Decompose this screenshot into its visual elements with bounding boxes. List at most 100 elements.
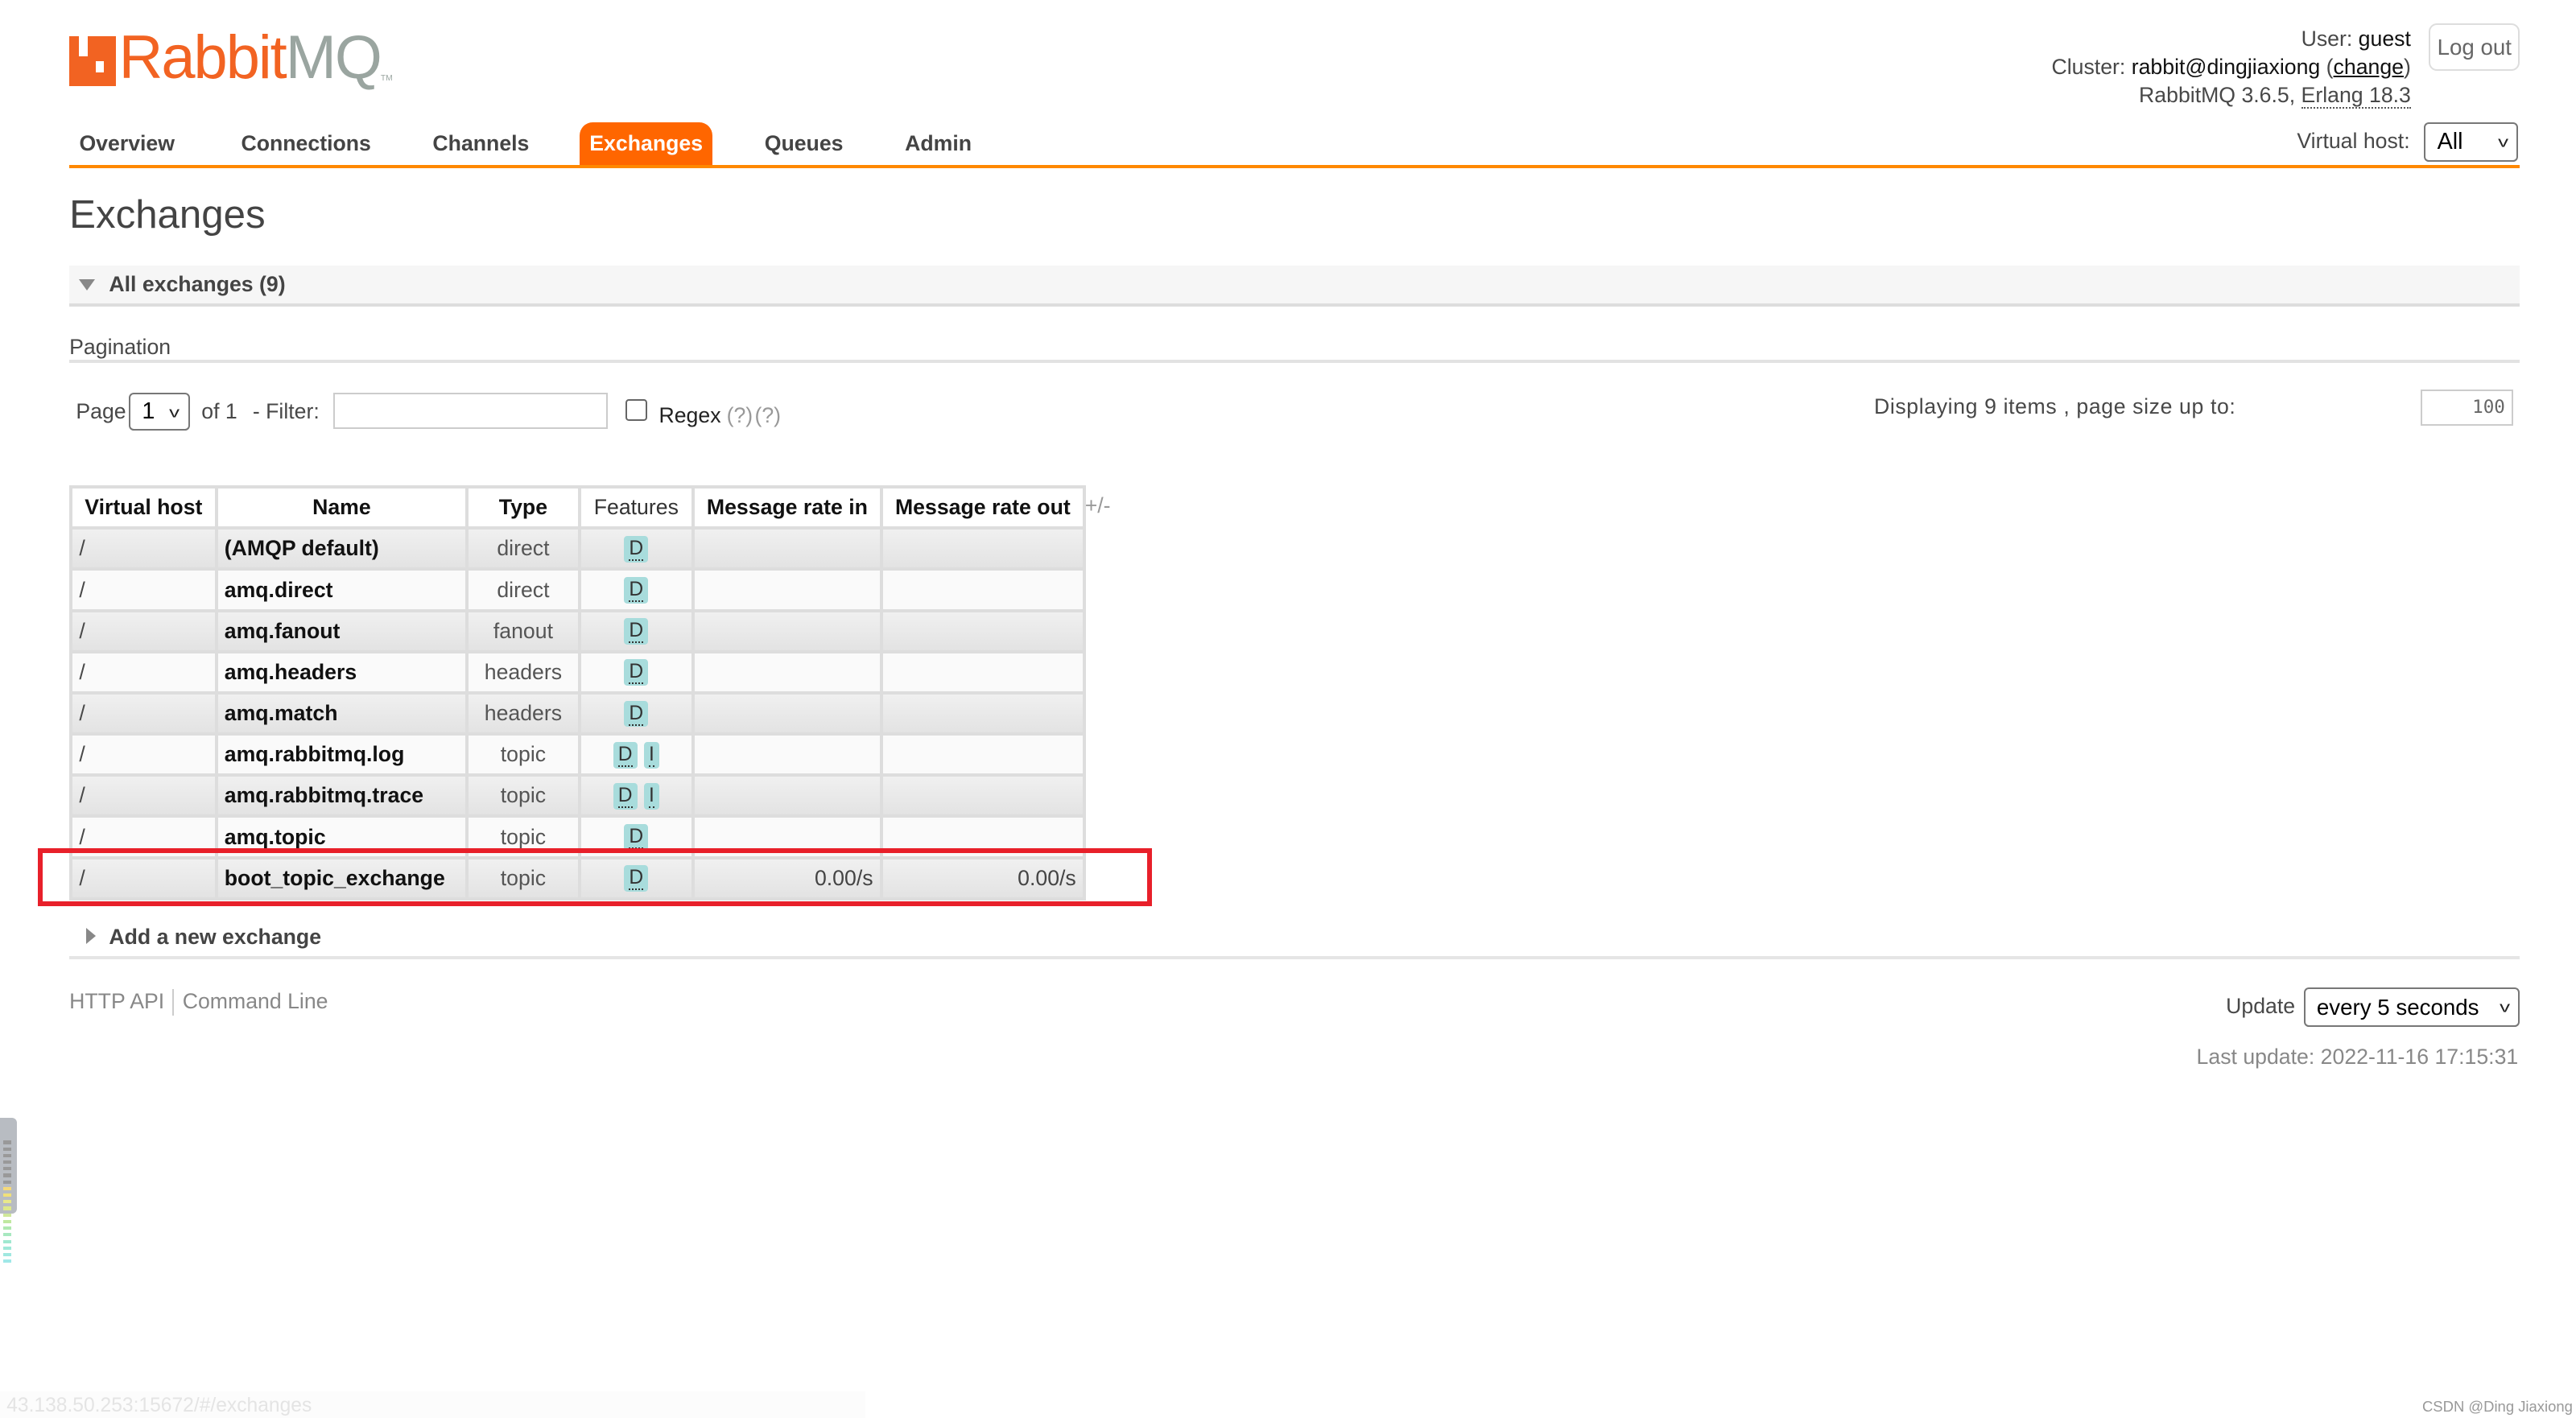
filter-input[interactable] bbox=[333, 393, 608, 430]
cell-virtual-host: / bbox=[69, 734, 218, 777]
cell-rate-out bbox=[879, 775, 1086, 818]
regex-help-link-2[interactable]: (?) bbox=[754, 403, 781, 428]
cell-name[interactable]: amq.fanout bbox=[214, 610, 469, 653]
cell-features: D bbox=[577, 569, 696, 612]
logo-text-rabbit: Rabbit bbox=[118, 23, 287, 92]
col-name[interactable]: Name bbox=[214, 485, 469, 530]
regex-label: Regex bbox=[658, 402, 721, 427]
cell-rate-in bbox=[691, 528, 883, 571]
col-message-rate-in[interactable]: Message rate in bbox=[691, 485, 883, 530]
expand-triangle-icon bbox=[85, 927, 96, 944]
tab-connections[interactable]: Connections bbox=[231, 122, 381, 165]
add-exchange-section-header[interactable]: Add a new exchange bbox=[69, 923, 2520, 959]
meter-tick bbox=[3, 1153, 12, 1157]
page-title: Exchanges bbox=[69, 192, 266, 237]
footer-links: HTTP API Command Line bbox=[69, 989, 328, 1016]
cell-rate-in bbox=[691, 651, 883, 695]
page-of-label: of 1 bbox=[201, 399, 237, 424]
cell-name[interactable]: amq.rabbitmq.trace bbox=[214, 775, 469, 818]
cell-virtual-host: / bbox=[69, 610, 218, 653]
col-type[interactable]: Type bbox=[465, 485, 581, 530]
col-virtual-host[interactable]: Virtual host bbox=[69, 485, 218, 530]
cell-name[interactable]: amq.rabbitmq.log bbox=[214, 734, 469, 777]
cell-virtual-host: / bbox=[69, 528, 218, 571]
cell-virtual-host: / bbox=[69, 775, 218, 818]
tab-admin[interactable]: Admin bbox=[895, 122, 982, 165]
cell-rate-in bbox=[691, 569, 883, 612]
section-title: All exchanges (9) bbox=[109, 272, 286, 297]
exchanges-table: Virtual host Name Type Features Message … bbox=[69, 485, 1086, 901]
cell-name[interactable]: amq.match bbox=[214, 692, 469, 736]
table-row[interactable]: / amq.rabbitmq.trace topic D I bbox=[69, 775, 1086, 818]
durable-badge: D bbox=[624, 618, 649, 645]
cell-rate-in bbox=[691, 734, 883, 777]
feature-label: I bbox=[649, 743, 654, 767]
cell-virtual-host: / bbox=[69, 569, 218, 612]
table-row[interactable]: / amq.direct direct D bbox=[69, 569, 1086, 612]
watermark: CSDN @Ding Jiaxiong bbox=[2421, 1398, 2573, 1416]
cell-rate-out bbox=[879, 692, 1086, 736]
cell-type: topic bbox=[465, 734, 581, 777]
logo-text-mq: MQ bbox=[285, 23, 382, 92]
side-widget-handle[interactable] bbox=[0, 1117, 17, 1263]
durable-badge: D bbox=[624, 659, 649, 686]
cluster-name: rabbit@dingjiaxiong bbox=[2131, 54, 2321, 79]
meter-tick bbox=[3, 1252, 12, 1257]
cell-rate-out bbox=[879, 651, 1086, 695]
feature-label: I bbox=[649, 784, 654, 808]
logout-button[interactable]: Log out bbox=[2429, 23, 2520, 72]
tab-channels[interactable]: Channels bbox=[423, 122, 539, 165]
rabbitmq-logo[interactable]: Rabbit MQ TM bbox=[69, 23, 393, 92]
cell-type: direct bbox=[465, 569, 581, 612]
page-label: Page bbox=[76, 399, 126, 424]
cell-name[interactable]: amq.headers bbox=[214, 651, 469, 695]
regex-help-link-1[interactable]: (?) bbox=[727, 403, 753, 428]
table-row[interactable]: / amq.rabbitmq.log topic D I bbox=[69, 734, 1086, 777]
meter-tick bbox=[3, 1200, 12, 1204]
add-exchange-title: Add a new exchange bbox=[109, 924, 322, 949]
chevron-down-icon: v bbox=[2499, 998, 2510, 1016]
table-row[interactable]: / amq.match headers D bbox=[69, 692, 1086, 736]
virtual-host-select[interactable]: All v bbox=[2424, 122, 2519, 162]
cell-type: headers bbox=[465, 651, 581, 695]
filter-label: - Filter: bbox=[252, 399, 320, 424]
tab-overview[interactable]: Overview bbox=[69, 122, 184, 165]
cell-type: fanout bbox=[465, 610, 581, 653]
change-cluster-link[interactable]: change bbox=[2334, 55, 2404, 79]
meter-tick bbox=[3, 1233, 12, 1237]
user-name: guest bbox=[2358, 26, 2411, 51]
cell-name[interactable]: (AMQP default) bbox=[214, 528, 469, 571]
internal-badge: I bbox=[643, 782, 659, 810]
http-api-link[interactable]: HTTP API bbox=[69, 989, 164, 1013]
regex-checkbox[interactable] bbox=[625, 399, 647, 421]
table-row[interactable]: / amq.headers headers D bbox=[69, 651, 1086, 695]
erlang-version: Erlang 18.3 bbox=[2301, 82, 2411, 109]
meter-tick bbox=[3, 1140, 12, 1144]
durable-badge: D bbox=[613, 782, 638, 810]
user-info: User: guest Cluster: rabbit@dingjiaxiong… bbox=[2051, 25, 2411, 109]
cell-rate-in bbox=[691, 610, 883, 653]
table-row[interactable]: / (AMQP default) direct D bbox=[69, 528, 1086, 571]
page-select[interactable]: 1v bbox=[129, 393, 190, 431]
meter-tick bbox=[3, 1259, 12, 1263]
tab-exchanges[interactable]: Exchanges bbox=[579, 122, 713, 166]
toggle-columns-button[interactable]: +/- bbox=[1085, 493, 1111, 518]
meter-tick bbox=[3, 1186, 12, 1190]
col-message-rate-out[interactable]: Message rate out bbox=[879, 485, 1086, 530]
page-size-input[interactable]: 100 bbox=[2421, 390, 2514, 427]
all-exchanges-section-header[interactable]: All exchanges (9) bbox=[69, 266, 2520, 307]
meter-tick bbox=[3, 1193, 12, 1197]
feature-label: D bbox=[617, 743, 633, 767]
meter-tick bbox=[3, 1173, 12, 1177]
meter-tick bbox=[3, 1206, 12, 1210]
tab-queues[interactable]: Queues bbox=[754, 122, 852, 165]
command-line-link[interactable]: Command Line bbox=[183, 989, 328, 1013]
cell-rate-in bbox=[691, 775, 883, 818]
cell-name[interactable]: amq.direct bbox=[214, 569, 469, 612]
feature-label: D bbox=[629, 826, 644, 850]
rabbitmq-management-page: Rabbit MQ TM Overview Connections Channels… bbox=[0, 0, 2576, 1418]
update-interval-select[interactable]: every 5 seconds v bbox=[2303, 987, 2520, 1027]
durable-badge: D bbox=[624, 577, 649, 604]
meter-tick bbox=[3, 1180, 12, 1184]
table-row[interactable]: / amq.fanout fanout D bbox=[69, 610, 1086, 653]
